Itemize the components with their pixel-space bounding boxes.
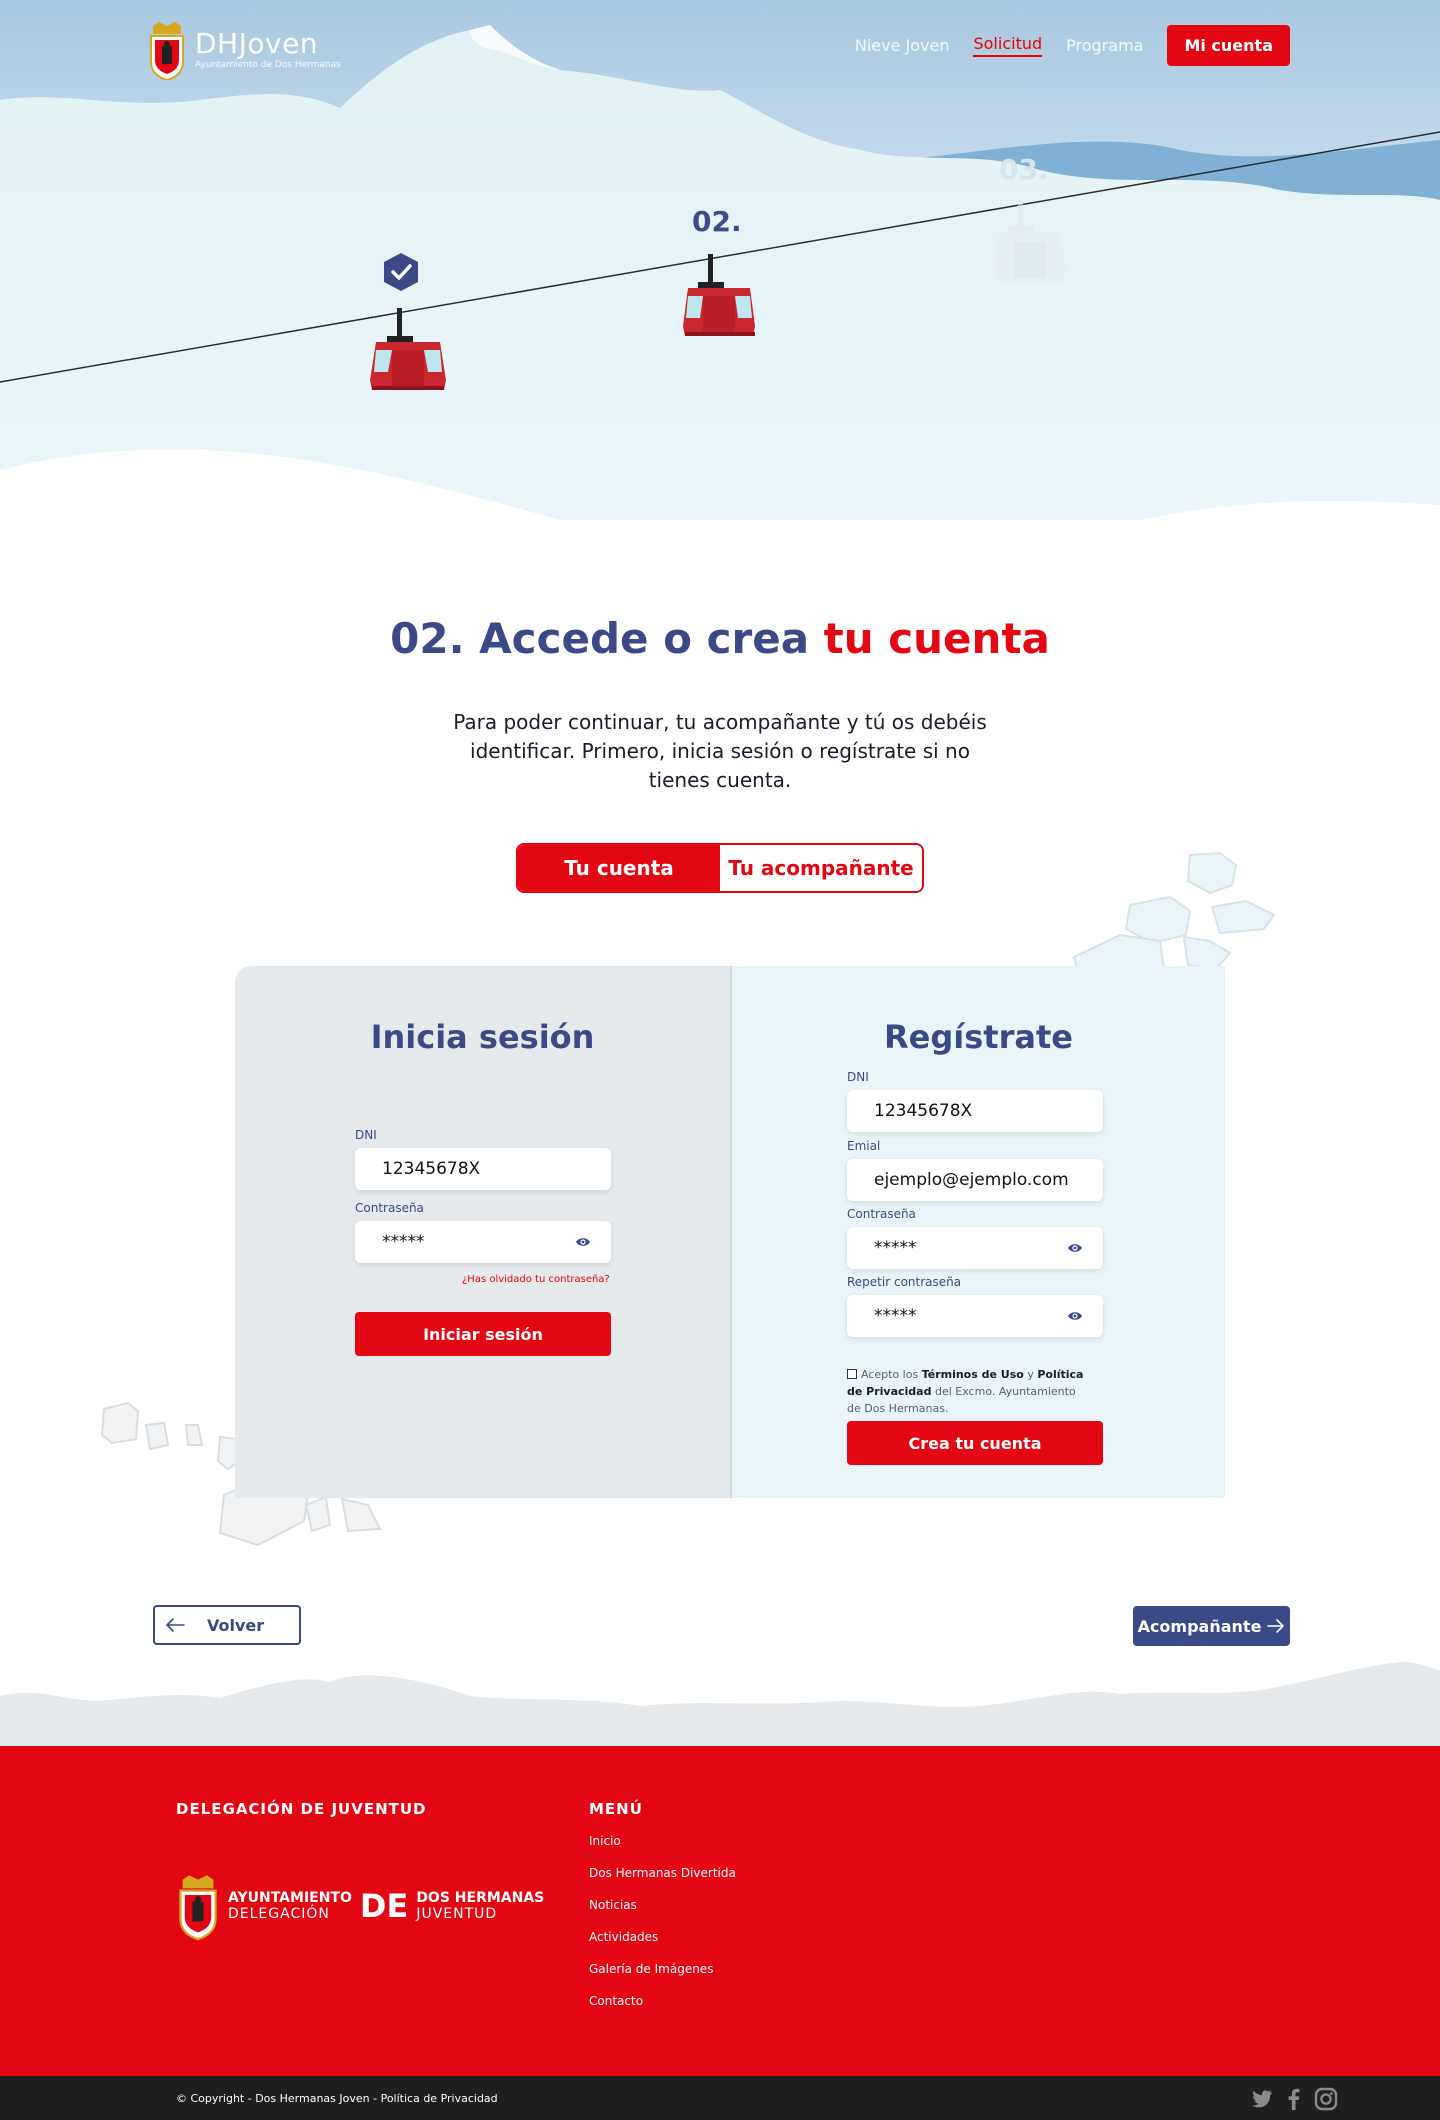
title-part-1: 02. Accede o crea [390,614,824,663]
footer-menu-item[interactable]: Galería de Imágenes [589,1962,736,1994]
register-password-field[interactable]: ***** [847,1227,1103,1269]
footer-logo-line-4: JUVENTUD [416,1906,498,1922]
step-3-label: 03. [999,153,1049,186]
login-dni-field[interactable]: 12345678X [355,1148,611,1190]
terms-consent: Acepto los Términos de Uso y Política de… [847,1366,1087,1417]
next-button-label: Acompañante [1137,1616,1262,1636]
footer-menu-item[interactable]: Inicio [589,1834,736,1866]
nav-programa[interactable]: Programa [1066,36,1143,55]
coat-of-arms-icon [179,1875,217,1941]
forgot-password-link[interactable]: ¿Has olvidado tu contraseña? [462,1274,610,1285]
social-links [1249,2086,1339,2112]
brand-name: DHJoven [195,27,319,60]
login-panel: Inicia sesión DNI 12345678X Contraseña *… [235,966,730,1498]
intro-text: Para poder continuar, tu acompañante y t… [453,710,987,792]
tab-tu-cuenta[interactable]: Tu cuenta [518,845,720,891]
terms-text-3: y [1023,1368,1038,1381]
coat-of-arms-icon [150,22,184,80]
step-completed-check-icon [384,253,418,291]
instagram-icon[interactable] [1313,2086,1339,2112]
show-password-eye-icon[interactable] [1067,1308,1083,1324]
login-submit-button[interactable]: Iniciar sesión [355,1312,611,1356]
step-2-label: 02. [692,205,742,238]
login-dni-label: DNI [355,1128,377,1142]
footer-menu-item[interactable]: Actividades [589,1930,736,1962]
register-email-label: Emial [847,1139,881,1153]
login-password-label: Contraseña [355,1201,424,1215]
footer-menu: Inicio Dos Hermanas Divertida Noticias A… [589,1834,736,2026]
back-button-label: Volver [207,1615,265,1635]
register-email-field[interactable]: ejemplo@ejemplo.com [847,1159,1103,1201]
register-repeat-label: Repetir contraseña [847,1275,962,1289]
register-password-value: ***** [874,1238,917,1258]
register-repeat-field[interactable]: ***** [847,1295,1103,1337]
terms-checkbox[interactable] [847,1369,857,1379]
nav-nieve-joven[interactable]: Nieve Joven [855,36,950,55]
footer-menu-item[interactable]: Noticias [589,1898,736,1930]
register-title: Regístrate [884,1018,1073,1056]
title-part-2: tu cuenta [823,614,1050,663]
footer-delegation-title: DELEGACIÓN DE JUVENTUD [176,1800,427,1818]
tab-tu-acompanante[interactable]: Tu acompañante [720,845,922,891]
footer-logo: AYUNTAMIENTO DELEGACIÓN DE DOS HERMANAS … [176,1868,544,1944]
show-password-eye-icon[interactable] [1067,1240,1083,1256]
copyright-text[interactable]: © Copyright - Dos Hermanas Joven - Polít… [176,2092,498,2105]
site-footer: DELEGACIÓN DE JUVENTUD MENÚ AYUNTAMIENTO… [0,1746,1440,2076]
footer-menu-title: MENÚ [589,1800,643,1818]
facebook-icon[interactable] [1281,2086,1307,2112]
login-title: Inicia sesión [370,1018,595,1056]
footer-mountains-decoration [0,1662,1440,1748]
terms-text-1: Acepto los [861,1368,922,1381]
register-dni-label: DNI [847,1070,869,1084]
footer-logo-de: DE [359,1887,409,1925]
register-repeat-value: ***** [874,1306,917,1326]
brand-logo[interactable]: DHJoven Ayuntamiento de Dos Hermanas [147,20,341,80]
footer-logo-line-2: DELEGACIÓN [228,1906,330,1922]
auth-card: Inicia sesión DNI 12345678X Contraseña *… [235,966,1225,1498]
copyright-bar: © Copyright - Dos Hermanas Joven - Polít… [0,2076,1440,2120]
my-account-button[interactable]: Mi cuenta [1167,25,1290,66]
login-password-value: ***** [382,1232,425,1252]
main-nav: Nieve Joven Solicitud Programa Mi cuenta [831,25,1290,66]
page-title: 02. Accede o crea tu cuenta [0,614,1440,663]
arrow-right-icon [1267,1619,1285,1633]
back-button[interactable]: Volver [153,1605,301,1645]
register-password-label: Contraseña [847,1207,916,1221]
footer-logo-line-1: AYUNTAMIENTO [228,1890,352,1906]
register-panel: Regístrate DNI 12345678X Emial ejemplo@e… [730,966,1225,1498]
footer-menu-item[interactable]: Dos Hermanas Divertida [589,1866,736,1898]
next-button[interactable]: Acompañante [1133,1606,1290,1646]
register-submit-button[interactable]: Crea tu cuenta [847,1421,1103,1465]
brand-subtitle: Ayuntamiento de Dos Hermanas [195,60,341,70]
nav-solicitud[interactable]: Solicitud [973,34,1043,57]
mountain-background [0,0,1440,580]
login-password-field[interactable]: ***** [355,1221,611,1263]
arrow-left-icon [166,1618,185,1632]
register-dni-field[interactable]: 12345678X [847,1090,1103,1132]
account-tabs: Tu cuenta Tu acompañante [516,843,924,893]
hero-illustration: DHJoven Ayuntamiento de Dos Hermanas Nie… [0,0,1440,580]
footer-menu-item[interactable]: Contacto [589,1994,736,2026]
show-password-eye-icon[interactable] [575,1234,591,1250]
twitter-icon[interactable] [1249,2086,1275,2112]
terms-of-use-link[interactable]: Términos de Uso [922,1368,1024,1381]
footer-logo-line-3: DOS HERMANAS [416,1890,545,1906]
